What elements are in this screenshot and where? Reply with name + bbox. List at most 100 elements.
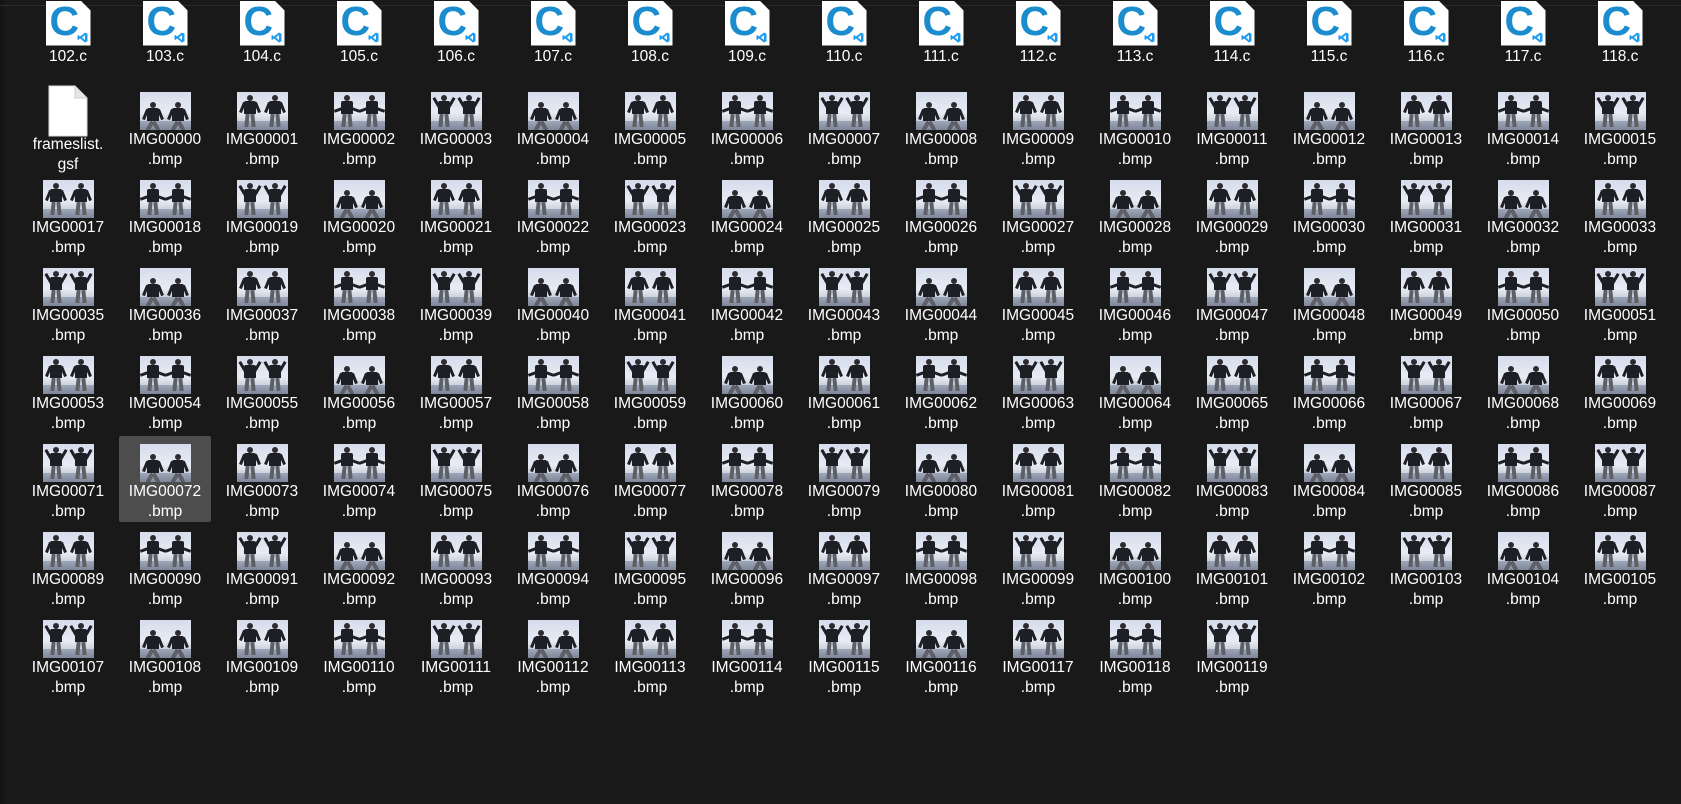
- file-item[interactable]: IMG00004 .bmp: [507, 84, 599, 170]
- file-item[interactable]: IMG00031 .bmp: [1380, 172, 1472, 258]
- file-item[interactable]: IMG00050 .bmp: [1477, 260, 1569, 346]
- file-item[interactable]: IMG00115 .bmp: [798, 612, 890, 698]
- file-item[interactable]: IMG00095 .bmp: [604, 524, 696, 610]
- file-item[interactable]: IMG00012 .bmp: [1283, 84, 1375, 170]
- file-item[interactable]: IMG00105 .bmp: [1574, 524, 1666, 610]
- file-item[interactable]: C 112.c: [992, 0, 1084, 82]
- file-item[interactable]: IMG00066 .bmp: [1283, 348, 1375, 434]
- file-item[interactable]: C 113.c: [1089, 0, 1181, 82]
- file-item[interactable]: IMG00073 .bmp: [216, 436, 308, 522]
- file-item[interactable]: IMG00111 .bmp: [410, 612, 502, 698]
- file-item[interactable]: IMG00016.bmp: [1671, 84, 1681, 170]
- file-item[interactable]: IMG00025 .bmp: [798, 172, 890, 258]
- file-item[interactable]: IMG00034.bmp: [1671, 172, 1681, 258]
- file-item[interactable]: IMG00086 .bmp: [1477, 436, 1569, 522]
- file-item[interactable]: C 111.c: [895, 0, 987, 82]
- file-item[interactable]: IMG00062 .bmp: [895, 348, 987, 434]
- file-item[interactable]: IMG00100 .bmp: [1089, 524, 1181, 610]
- file-item[interactable]: IMG00063 .bmp: [992, 348, 1084, 434]
- file-item[interactable]: IMG00106.bmp: [1671, 524, 1681, 610]
- file-item[interactable]: IMG00113 .bmp: [604, 612, 696, 698]
- file-item[interactable]: IMG00060 .bmp: [701, 348, 793, 434]
- file-item[interactable]: IMG00110 .bmp: [313, 612, 405, 698]
- file-item[interactable]: IMG00000 .bmp: [119, 84, 211, 170]
- file-item[interactable]: IMG00051 .bmp: [1574, 260, 1666, 346]
- file-item[interactable]: IMG00071 .bmp: [22, 436, 114, 522]
- file-item[interactable]: IMG00112 .bmp: [507, 612, 599, 698]
- file-item[interactable]: C 105.c: [313, 0, 405, 82]
- file-item[interactable]: IMG00053 .bmp: [22, 348, 114, 434]
- file-item[interactable]: IMG00070.bmp: [1671, 348, 1681, 434]
- file-item[interactable]: IMG00052.bmp: [1671, 260, 1681, 346]
- file-item[interactable]: IMG00042 .bmp: [701, 260, 793, 346]
- file-item[interactable]: IMG00013 .bmp: [1380, 84, 1472, 170]
- file-item[interactable]: C119.c: [1671, 0, 1681, 82]
- file-item[interactable]: IMG00045 .bmp: [992, 260, 1084, 346]
- file-item[interactable]: IMG00088.bmp: [1671, 436, 1681, 522]
- file-item[interactable]: IMG00114 .bmp: [701, 612, 793, 698]
- file-item[interactable]: IMG00097 .bmp: [798, 524, 890, 610]
- file-item[interactable]: C 110.c: [798, 0, 890, 82]
- file-item[interactable]: IMG00003 .bmp: [410, 84, 502, 170]
- file-item[interactable]: IMG00044 .bmp: [895, 260, 987, 346]
- file-item[interactable]: IMG00078 .bmp: [701, 436, 793, 522]
- file-item[interactable]: C 108.c: [604, 0, 696, 82]
- file-item[interactable]: IMG00035 .bmp: [22, 260, 114, 346]
- file-item[interactable]: IMG00010 .bmp: [1089, 84, 1181, 170]
- file-item[interactable]: C 115.c: [1283, 0, 1375, 82]
- file-item[interactable]: frameslist. gsf: [22, 84, 114, 173]
- file-item[interactable]: IMG00056 .bmp: [313, 348, 405, 434]
- file-item[interactable]: IMG00026 .bmp: [895, 172, 987, 258]
- file-item[interactable]: C 107.c: [507, 0, 599, 82]
- file-item[interactable]: IMG00102 .bmp: [1283, 524, 1375, 610]
- file-item[interactable]: IMG00082 .bmp: [1089, 436, 1181, 522]
- file-item[interactable]: IMG00090 .bmp: [119, 524, 211, 610]
- file-item[interactable]: IMG00083 .bmp: [1186, 436, 1278, 522]
- file-item[interactable]: C 102.c: [22, 0, 114, 82]
- file-item[interactable]: C 104.c: [216, 0, 308, 82]
- file-item[interactable]: IMG00117 .bmp: [992, 612, 1084, 698]
- file-item[interactable]: IMG00038 .bmp: [313, 260, 405, 346]
- file-item[interactable]: IMG00015 .bmp: [1574, 84, 1666, 170]
- file-item[interactable]: IMG00030 .bmp: [1283, 172, 1375, 258]
- file-item[interactable]: IMG00023 .bmp: [604, 172, 696, 258]
- file-item[interactable]: IMG00064 .bmp: [1089, 348, 1181, 434]
- file-item[interactable]: IMG00101 .bmp: [1186, 524, 1278, 610]
- file-item[interactable]: IMG00093 .bmp: [410, 524, 502, 610]
- file-item[interactable]: C 103.c: [119, 0, 211, 82]
- file-item[interactable]: IMG00018 .bmp: [119, 172, 211, 258]
- file-item[interactable]: IMG00109 .bmp: [216, 612, 308, 698]
- file-item[interactable]: IMG00036 .bmp: [119, 260, 211, 346]
- file-item[interactable]: IMG00032 .bmp: [1477, 172, 1569, 258]
- file-item[interactable]: IMG00039 .bmp: [410, 260, 502, 346]
- file-item[interactable]: IMG00072 .bmp: [119, 436, 211, 522]
- file-item[interactable]: IMG00059 .bmp: [604, 348, 696, 434]
- file-item[interactable]: IMG00079 .bmp: [798, 436, 890, 522]
- file-item[interactable]: IMG00119 .bmp: [1186, 612, 1278, 698]
- file-item[interactable]: IMG00103 .bmp: [1380, 524, 1472, 610]
- file-item[interactable]: IMG00080 .bmp: [895, 436, 987, 522]
- file-item[interactable]: C 109.c: [701, 0, 793, 82]
- file-item[interactable]: C 118.c: [1574, 0, 1666, 82]
- file-item[interactable]: IMG00092 .bmp: [313, 524, 405, 610]
- file-item[interactable]: IMG00009 .bmp: [992, 84, 1084, 170]
- file-item[interactable]: C 116.c: [1380, 0, 1472, 82]
- file-item[interactable]: IMG00033 .bmp: [1574, 172, 1666, 258]
- file-item[interactable]: IMG00104 .bmp: [1477, 524, 1569, 610]
- file-item[interactable]: IMG00027 .bmp: [992, 172, 1084, 258]
- file-item[interactable]: IMG00028 .bmp: [1089, 172, 1181, 258]
- file-item[interactable]: IMG00074 .bmp: [313, 436, 405, 522]
- file-item[interactable]: IMG00047 .bmp: [1186, 260, 1278, 346]
- file-item[interactable]: IMG00077 .bmp: [604, 436, 696, 522]
- file-item[interactable]: IMG00008 .bmp: [895, 84, 987, 170]
- file-item[interactable]: IMG00118 .bmp: [1089, 612, 1181, 698]
- file-item[interactable]: IMG00019 .bmp: [216, 172, 308, 258]
- file-item[interactable]: IMG00057 .bmp: [410, 348, 502, 434]
- file-item[interactable]: IMG00046 .bmp: [1089, 260, 1181, 346]
- file-item[interactable]: IMG00048 .bmp: [1283, 260, 1375, 346]
- file-item[interactable]: IMG00020 .bmp: [313, 172, 405, 258]
- file-item[interactable]: IMG00096 .bmp: [701, 524, 793, 610]
- file-item[interactable]: IMG00089 .bmp: [22, 524, 114, 610]
- file-item[interactable]: IMG00017 .bmp: [22, 172, 114, 258]
- file-item[interactable]: IMG00075 .bmp: [410, 436, 502, 522]
